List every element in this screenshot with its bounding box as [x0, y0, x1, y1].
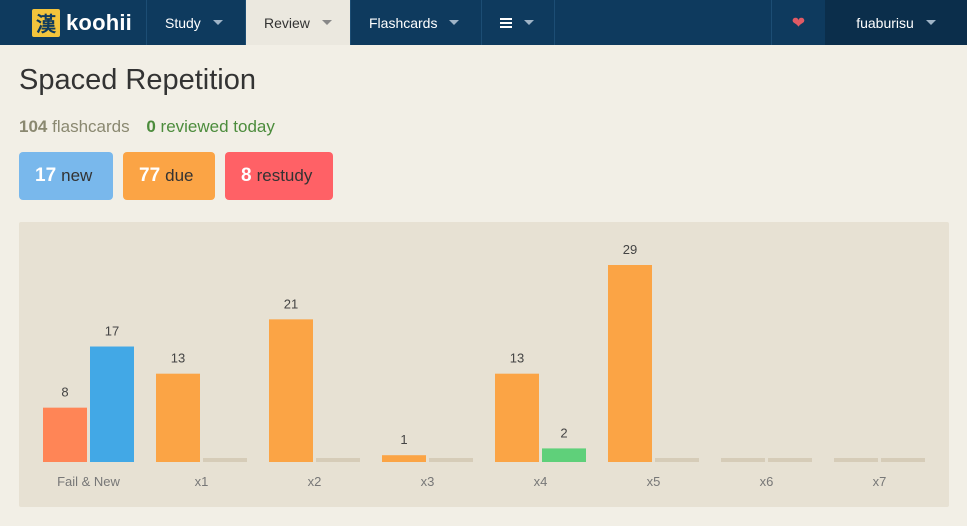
nav-study-menu[interactable]: Study [147, 0, 246, 45]
nav-review-menu[interactable]: Review [246, 0, 351, 45]
restudy-count: 8 [241, 165, 252, 186]
flashcards-label: flashcards [52, 117, 130, 136]
empty-bar [768, 458, 812, 462]
top-navbar: 漢 koohii Study Review Flashcards ❤ fuabu… [0, 0, 967, 45]
koohii-logo[interactable]: 漢 koohii [0, 0, 147, 45]
category-label: Fail & New [57, 474, 120, 489]
reviewed-today-label: reviewed today [160, 117, 275, 136]
new-cards-button[interactable]: 17 new [19, 152, 113, 200]
bar [542, 448, 586, 462]
bar [495, 373, 539, 462]
page-title: Spaced Repetition [19, 64, 256, 96]
review-buttons: 17 new 77 due 8 restudy [19, 152, 333, 200]
empty-bar [881, 458, 925, 462]
bar-value-label: 2 [560, 425, 567, 440]
empty-bar [721, 458, 765, 462]
due-label: due [165, 166, 194, 185]
nav-flashcards-menu[interactable]: Flashcards [351, 0, 482, 45]
new-count: 17 [35, 165, 57, 186]
category-label: x6 [760, 474, 774, 489]
bar [90, 346, 134, 462]
bar-value-label: 17 [105, 324, 119, 339]
due-count: 77 [139, 165, 161, 186]
empty-bar [429, 458, 473, 462]
restudy-cards-button[interactable]: 8 restudy [225, 152, 333, 200]
new-label: new [61, 166, 93, 185]
category-label: x3 [421, 474, 435, 489]
empty-bar [834, 458, 878, 462]
due-cards-button[interactable]: 77 due [123, 152, 215, 200]
leitner-chart: 8 17 Fail & New 13 x1 21 x2 1 x3 13 2 x4 29 x5 x6 x7 [19, 222, 949, 507]
chevron-down-icon [524, 20, 534, 25]
bar-value-label: 29 [623, 242, 637, 257]
bar [269, 319, 313, 462]
bar [43, 407, 87, 462]
bar [608, 265, 652, 462]
hamburger-icon [500, 17, 512, 28]
category-label: x4 [534, 474, 548, 489]
reviewed-today-count: 0 [146, 117, 156, 136]
bar-value-label: 8 [61, 385, 68, 400]
username-label: fuaburisu [856, 14, 914, 31]
bar [382, 455, 426, 462]
nav-study-label: Study [165, 14, 201, 31]
bar-value-label: 21 [284, 296, 298, 311]
bar-chart-svg: 8 17 Fail & New 13 x1 21 x2 1 x3 13 2 x4 29 x5 x6 x7 [43, 242, 925, 489]
chevron-down-icon [925, 20, 936, 25]
nav-flashcards-label: Flashcards [369, 14, 438, 31]
restudy-label: restudy [256, 166, 313, 185]
flashcards-count: 104 [19, 117, 48, 136]
empty-bar [316, 458, 360, 462]
bar [156, 373, 200, 462]
empty-bar [203, 458, 247, 462]
category-label: x5 [647, 474, 661, 489]
bar-value-label: 1 [400, 432, 407, 447]
nav-more-menu[interactable] [482, 0, 555, 45]
chevron-down-icon [212, 20, 223, 25]
chevron-down-icon [449, 20, 460, 25]
nav-review-label: Review [264, 14, 310, 31]
bar-value-label: 13 [510, 351, 524, 366]
flashcard-stats: 104 flashcards 0 reviewed today [19, 117, 275, 137]
logo-text: koohii [66, 9, 132, 35]
heart-icon[interactable]: ❤ [771, 0, 825, 45]
category-label: x1 [195, 474, 209, 489]
bar-value-label: 13 [171, 351, 185, 366]
chevron-down-icon [321, 20, 332, 25]
user-menu[interactable]: fuaburisu [825, 0, 967, 45]
category-label: x7 [873, 474, 887, 489]
logo-kanji-badge: 漢 [32, 8, 60, 37]
empty-bar [655, 458, 699, 462]
category-label: x2 [308, 474, 322, 489]
